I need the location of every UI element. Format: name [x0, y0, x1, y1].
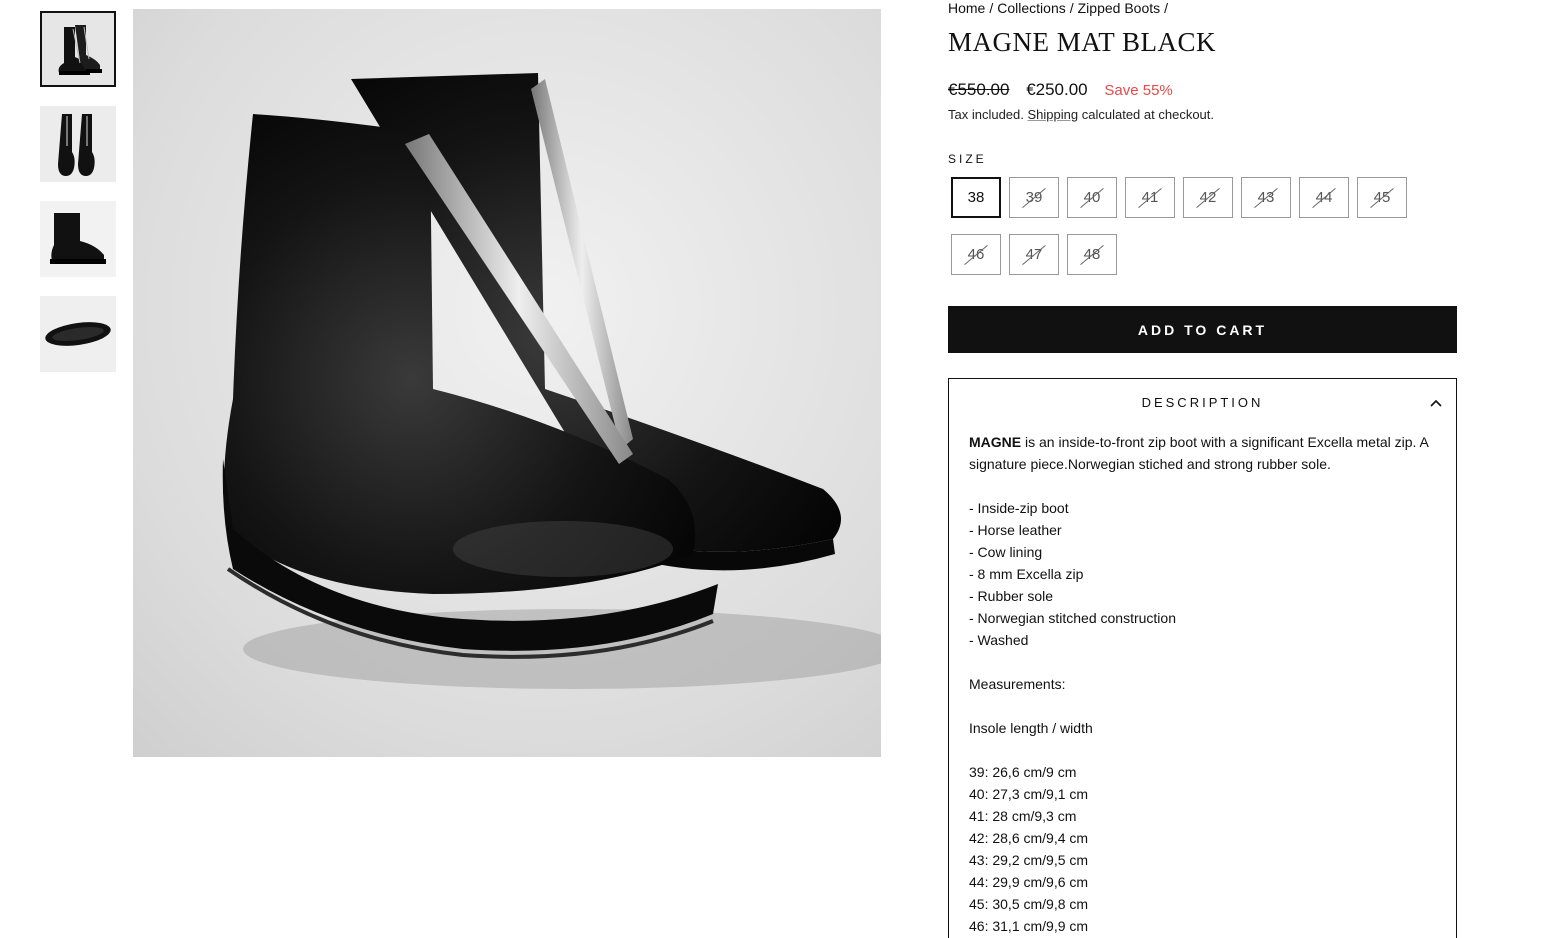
breadcrumb-separator: /: [1164, 0, 1169, 16]
measurements-label: Measurements:: [969, 676, 1066, 692]
boot-sole-icon: [40, 296, 116, 372]
size-option-43[interactable]: 43: [1241, 177, 1291, 218]
price-sale: €250.00: [1026, 80, 1088, 99]
size-option-40[interactable]: 40: [1067, 177, 1117, 218]
product-info: Home / Collections / Zipped Boots / MAGNE MAT…: [948, 0, 1457, 938]
thumbnail-boots-side-pair[interactable]: [40, 11, 116, 87]
price-row: €550.00 €250.00 Save 55%: [948, 80, 1457, 101]
feature-item: - 8 mm Excella zip: [969, 566, 1084, 582]
size-option-48[interactable]: 48: [1067, 234, 1117, 275]
tax-suffix: calculated at checkout.: [1081, 107, 1214, 122]
description-toggle[interactable]: DESCRIPTION: [949, 379, 1456, 425]
save-badge: Save 55%: [1104, 82, 1173, 99]
size-option-39[interactable]: 39: [1009, 177, 1059, 218]
breadcrumb: Home / Collections / Zipped Boots /: [948, 0, 1457, 16]
description-intro: MAGNE is an inside-to-front zip boot wit…: [969, 431, 1436, 475]
thumbnail-boot-sole[interactable]: [40, 296, 116, 372]
description-intro-bold: MAGNE: [969, 434, 1022, 450]
boot-pair-icon: [42, 13, 114, 85]
feature-item: - Inside-zip boot: [969, 500, 1069, 516]
description-body: MAGNE is an inside-to-front zip boot wit…: [949, 425, 1456, 937]
breadcrumb-separator: /: [989, 0, 994, 16]
measurement-row: 45: 30,5 cm/9,8 cm: [969, 896, 1089, 912]
shipping-link[interactable]: Shipping: [1028, 107, 1079, 122]
description-panel: DESCRIPTION MAGNE is an inside-to-front …: [948, 378, 1457, 938]
measurement-row: 43: 29,2 cm/9,5 cm: [969, 852, 1089, 868]
feature-item: - Horse leather: [969, 522, 1062, 538]
size-option-41[interactable]: 41: [1125, 177, 1175, 218]
tax-note: Tax included. Shipping calculated at che…: [948, 107, 1457, 123]
boot-front-icon: [40, 106, 116, 182]
product-title: MAGNE MAT BLACK: [948, 27, 1217, 57]
breadcrumb-separator: /: [1069, 0, 1074, 16]
breadcrumb-zipped-boots[interactable]: Zipped Boots: [1078, 0, 1161, 16]
size-label: SIZE: [948, 152, 987, 166]
measurement-row: 42: 28,6 cm/9,4 cm: [969, 830, 1089, 846]
thumbnail-boots-front-pair[interactable]: [40, 106, 116, 182]
thumbnail-list: [40, 11, 116, 391]
measurement-row: 39: 26,6 cm/9 cm: [969, 764, 1077, 780]
size-option-47[interactable]: 47: [1009, 234, 1059, 275]
breadcrumb-collections[interactable]: Collections: [997, 0, 1065, 16]
description-title: DESCRIPTION: [1141, 394, 1264, 410]
add-to-cart-button[interactable]: ADD TO CART: [948, 306, 1457, 353]
size-option-38[interactable]: 38: [951, 177, 1001, 218]
size-option-42[interactable]: 42: [1183, 177, 1233, 218]
breadcrumb-home[interactable]: Home: [948, 0, 985, 16]
feature-item: - Cow lining: [969, 544, 1043, 560]
boot-side-icon: [40, 201, 116, 277]
measurement-row: 41: 28 cm/9,3 cm: [969, 808, 1077, 824]
insole-label: Insole length / width: [969, 720, 1093, 736]
feature-item: - Rubber sole: [969, 588, 1054, 604]
measurement-row: 44: 29,9 cm/9,6 cm: [969, 874, 1089, 890]
measurement-row: 40: 27,3 cm/9,1 cm: [969, 786, 1089, 802]
thumbnail-boot-side-single[interactable]: [40, 201, 116, 277]
feature-item: - Norwegian stitched construction: [969, 610, 1176, 626]
boots-illustration: [222, 73, 881, 689]
feature-item: - Washed: [969, 632, 1029, 648]
main-product-image[interactable]: [133, 9, 881, 757]
size-option-44[interactable]: 44: [1299, 177, 1349, 218]
chevron-up-icon: [1430, 395, 1442, 410]
tax-prefix: Tax included.: [948, 107, 1024, 122]
price-original: €550.00: [948, 80, 1010, 99]
size-selector: 38 39 40 41 42 43 44 45 46 47 48: [948, 177, 1457, 291]
size-option-label: 38: [967, 189, 985, 206]
measurement-row: 46: 31,1 cm/9,9 cm: [969, 918, 1089, 934]
size-option-46[interactable]: 46: [951, 234, 1001, 275]
description-intro-text: is an inside-to-front zip boot with a si…: [969, 434, 1429, 472]
size-option-45[interactable]: 45: [1357, 177, 1407, 218]
